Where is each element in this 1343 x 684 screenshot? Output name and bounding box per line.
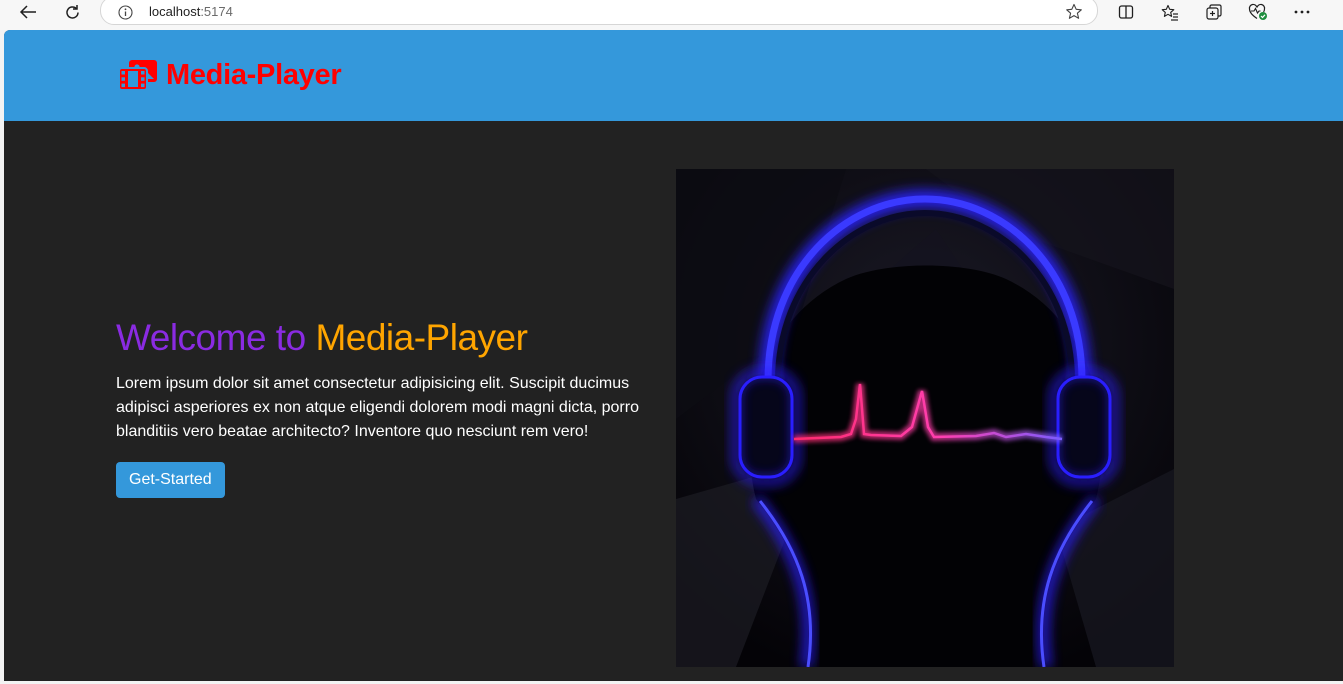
star-icon[interactable] [1065,3,1083,26]
more-icon[interactable] [1287,0,1317,24]
page-viewport: Media-Player Welcome to Media-Player Lor… [4,30,1343,681]
refresh-icon[interactable] [57,0,87,24]
split-screen-icon[interactable] [1111,0,1141,24]
hero-section: Welcome to Media-Player Lorem ipsum dolo… [116,316,661,498]
browser-toolbar: localhost:5174 [0,0,1343,30]
photo-film-icon [117,58,159,92]
hero-title-welcome: Welcome to [116,317,316,358]
back-arrow-icon[interactable] [13,0,43,24]
hero-image-headphones [676,169,1174,667]
brand-name: Media-Player [166,58,342,91]
url-host: localhost [149,4,201,19]
favorites-icon[interactable] [1155,0,1185,24]
info-icon[interactable] [118,5,133,25]
hero-title: Welcome to Media-Player [116,316,661,360]
collections-icon[interactable] [1199,0,1229,24]
get-started-button[interactable]: Get-Started [116,462,225,498]
url-text[interactable]: localhost:5174 [149,4,233,19]
brand-logo[interactable]: Media-Player [117,58,342,92]
url-port: :5174 [200,4,233,19]
hero-description: Lorem ipsum dolor sit amet consectetur a… [116,375,639,440]
app-header: Media-Player [4,30,1343,121]
browser-essentials-icon[interactable] [1243,0,1273,24]
hero-title-brand: Media-Player [315,317,528,358]
address-bar[interactable]: localhost:5174 [100,0,1098,25]
